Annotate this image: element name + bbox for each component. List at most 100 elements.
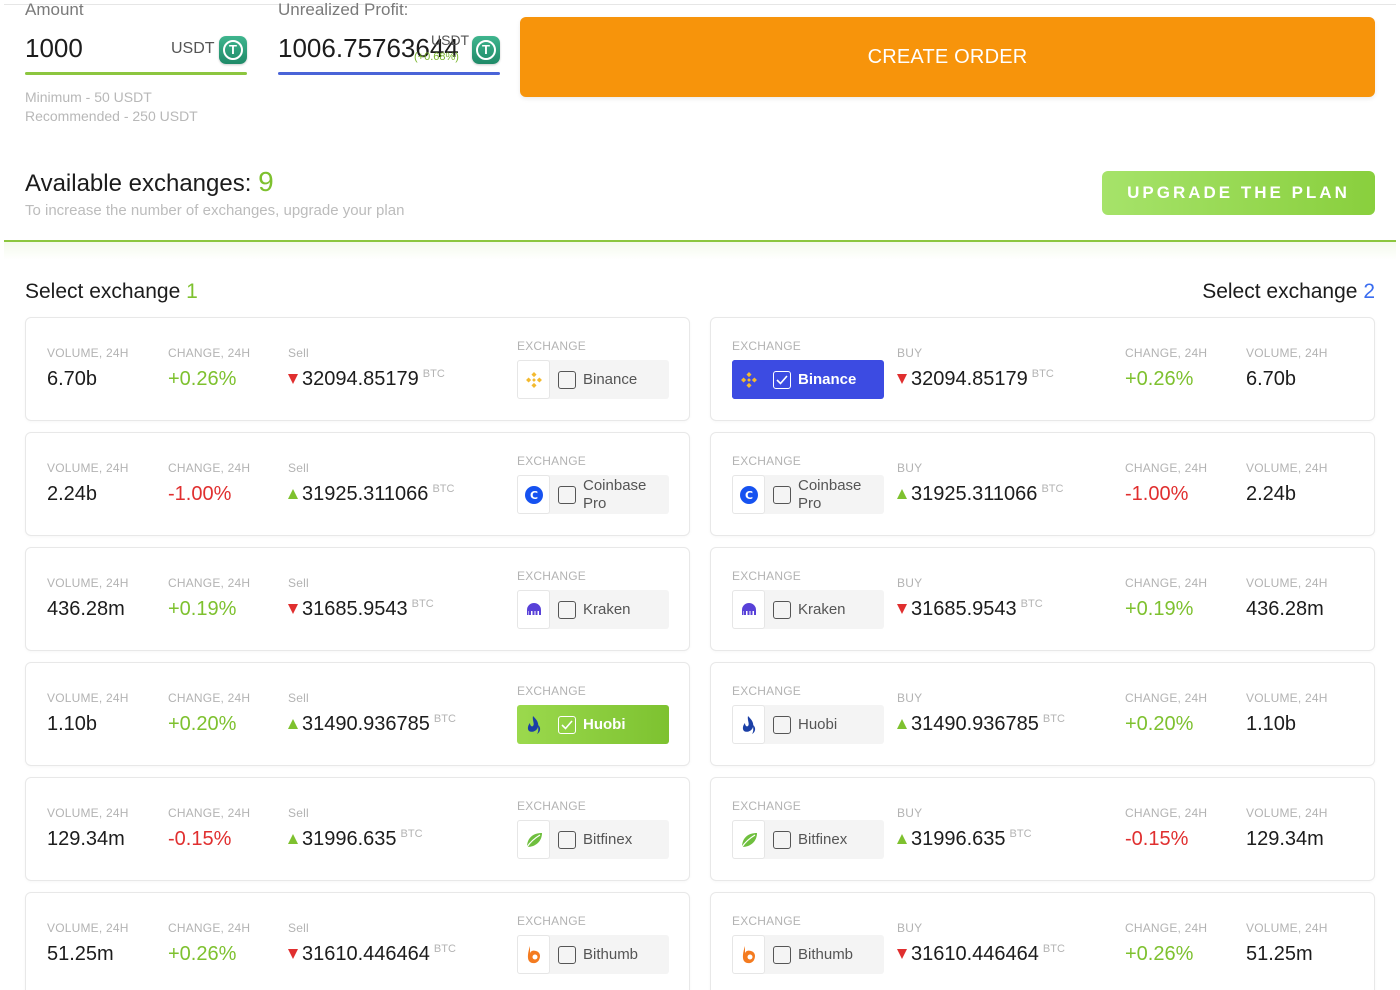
sell-price: 32094.85179 BTC: [288, 368, 445, 391]
exchange-select-coinbase-pro[interactable]: C Coinbase Pro: [732, 475, 884, 514]
volume-value: 436.28m: [1246, 598, 1324, 620]
buy-price: 32094.85179 BTC: [897, 368, 1054, 391]
exchange-label: EXCHANGE: [517, 454, 586, 468]
sell-label: Sell: [288, 806, 309, 820]
exchange-name: Bithumb: [798, 945, 854, 963]
checkbox[interactable]: [773, 370, 791, 389]
price-unit: BTC: [1042, 943, 1065, 955]
checkbox[interactable]: [558, 945, 576, 964]
bitfinex-icon: [732, 820, 765, 859]
exchange-name: Bitfinex: [583, 830, 633, 848]
exchange-select-binance[interactable]: Binance: [517, 360, 669, 399]
exchange-name: Kraken: [798, 600, 846, 618]
price-unit: BTC: [433, 943, 456, 955]
arrow-up-icon: [897, 489, 907, 499]
exchange-select-bithumb[interactable]: Bithumb: [732, 935, 884, 974]
price-value: 31490.936785: [911, 713, 1039, 735]
price-unit: BTC: [400, 828, 423, 840]
volume-label: VOLUME, 24H: [47, 346, 129, 360]
price-value: 31610.446464: [302, 943, 430, 965]
bitfinex-icon: [517, 820, 550, 859]
exchange-select-bitfinex[interactable]: Bitfinex: [517, 820, 669, 859]
exchange-select-binance[interactable]: Binance: [732, 360, 884, 399]
exchange-label: EXCHANGE: [517, 339, 586, 353]
price-value: 31685.9543: [302, 598, 408, 620]
available-hint: To increase the number of exchanges, upg…: [25, 202, 405, 219]
exchange-card-left-kraken: VOLUME, 24H 436.28m CHANGE, 24H +0.19% Sell 3…: [25, 547, 690, 651]
exchange-label: EXCHANGE: [732, 914, 801, 928]
sell-label: Sell: [288, 691, 309, 705]
change-value: +0.26%: [168, 943, 237, 965]
sell-label: Sell: [288, 461, 309, 475]
change-value: -0.15%: [168, 828, 232, 850]
exchange-label: EXCHANGE: [732, 339, 801, 353]
volume-label: VOLUME, 24H: [1246, 576, 1328, 590]
price-unit: BTC: [422, 368, 445, 380]
change-label: CHANGE, 24H: [168, 806, 251, 820]
exchange-name: Bithumb: [583, 945, 639, 963]
volume-value: 6.70b: [1246, 368, 1297, 390]
binance-icon: [732, 360, 765, 399]
available-label: Available exchanges:: [25, 170, 252, 197]
change-label: CHANGE, 24H: [1125, 576, 1208, 590]
arrow-down-icon: [288, 374, 298, 384]
volume-label: VOLUME, 24H: [47, 921, 129, 935]
exchange-select-huobi[interactable]: Huobi: [517, 705, 669, 744]
exchange-select-huobi[interactable]: Huobi: [732, 705, 884, 744]
change-label: CHANGE, 24H: [1125, 691, 1208, 705]
exchange-name: Bitfinex: [798, 830, 848, 848]
checkbox[interactable]: [558, 370, 576, 389]
checkbox[interactable]: [558, 600, 576, 619]
exchange-select-bitfinex[interactable]: Bitfinex: [732, 820, 884, 859]
amount-input[interactable]: 1000: [25, 33, 83, 64]
checkbox[interactable]: [558, 830, 576, 849]
volume-value: 51.25m: [47, 943, 114, 965]
amount-field[interactable]: Amount 1000 USDT T: [25, 0, 247, 76]
change-value: +0.19%: [168, 598, 237, 620]
price-unit: BTC: [1020, 598, 1043, 610]
exchange-select-kraken[interactable]: Kraken: [517, 590, 669, 629]
exchange-select-bithumb[interactable]: Bithumb: [517, 935, 669, 974]
exchange-card-right-binance: EXCHANGE Binance BUY 32094.85179 BTC CHANGE, …: [710, 317, 1375, 421]
checkbox[interactable]: [773, 945, 791, 964]
arrow-up-icon: [288, 489, 298, 499]
arrow-up-icon: [288, 834, 298, 844]
svg-text:C: C: [744, 489, 752, 502]
checkbox[interactable]: [558, 485, 576, 504]
sell-price: 31490.936785 BTC: [288, 713, 456, 736]
huobi-icon: [517, 705, 550, 744]
exchange-name: Coinbase Pro: [798, 476, 862, 512]
profit-change: (+0.68%): [414, 51, 459, 63]
exchange-name: Kraken: [583, 600, 631, 618]
change-label: CHANGE, 24H: [168, 461, 251, 475]
exchange-select-kraken[interactable]: Kraken: [732, 590, 884, 629]
profit-field: Unrealized Profit: 1006.75763644 USDT (+…: [278, 0, 500, 76]
change-value: +0.26%: [1125, 943, 1194, 965]
arrow-up-icon: [897, 834, 907, 844]
checkbox[interactable]: [558, 715, 576, 734]
buy-price: 31996.635 BTC: [897, 828, 1032, 851]
price-unit: BTC: [432, 483, 455, 495]
select-exchange-1-number: 1: [186, 280, 198, 303]
change-label: CHANGE, 24H: [168, 691, 251, 705]
checkbox[interactable]: [773, 600, 791, 619]
checkbox[interactable]: [773, 830, 791, 849]
min-hint: Minimum - 50 USDT: [25, 89, 152, 105]
upgrade-plan-button[interactable]: UPGRADE THE PLAN: [1102, 171, 1375, 215]
volume-label: VOLUME, 24H: [1246, 691, 1328, 705]
change-value: -0.15%: [1125, 828, 1189, 850]
exchange-select-coinbase-pro[interactable]: C Coinbase Pro: [517, 475, 669, 514]
change-value: +0.20%: [168, 713, 237, 735]
volume-value: 51.25m: [1246, 943, 1313, 965]
change-value: +0.26%: [168, 368, 237, 390]
checkbox[interactable]: [773, 485, 791, 504]
create-order-button[interactable]: CREATE ORDER: [520, 17, 1375, 97]
arrow-up-icon: [897, 719, 907, 729]
checkbox[interactable]: [773, 715, 791, 734]
buy-price: 31685.9543 BTC: [897, 598, 1043, 621]
binance-icon: [517, 360, 550, 399]
select-exchange-1-label: Select exchange: [25, 280, 181, 303]
svg-text:C: C: [529, 489, 537, 502]
change-label: CHANGE, 24H: [1125, 461, 1208, 475]
bithumb-icon: [732, 935, 765, 974]
